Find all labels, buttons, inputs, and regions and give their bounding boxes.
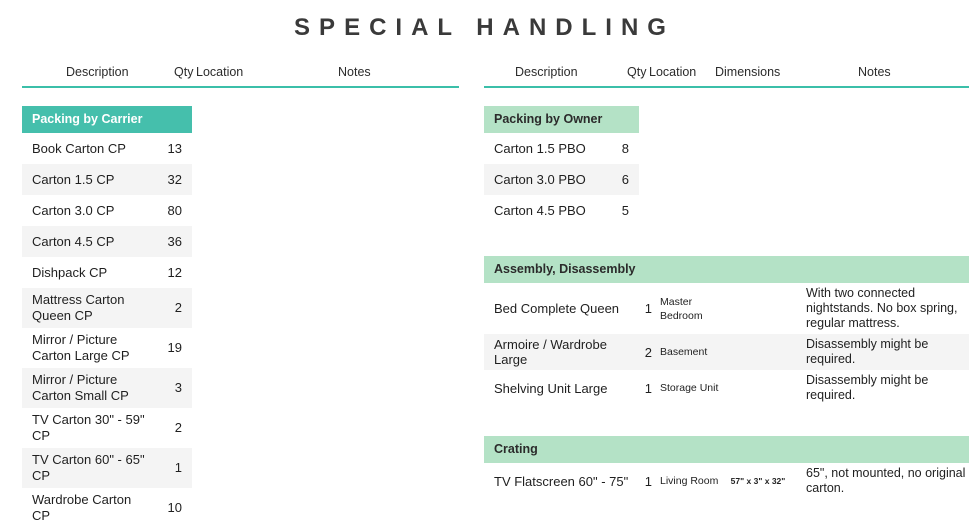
cell-description: Carton 4.5 PBO: [494, 202, 586, 218]
cell-description: Mirror / Picture Carton Large CP: [32, 332, 130, 363]
cell-location: Storage Unit: [660, 382, 719, 394]
column-header-description: Description: [515, 65, 578, 79]
cell-description: TV Carton 30" - 59" CP: [32, 412, 145, 443]
left-table: Description Qty Location Notes Packing b…: [0, 64, 469, 528]
cell-description: Mattress Carton Queen CP: [32, 292, 125, 323]
cell-description: Mirror / Picture Carton Small CP: [32, 372, 129, 403]
table-row: Carton 1.5 PBO 8: [484, 133, 639, 164]
cell-description: Carton 4.5 CP: [32, 233, 115, 249]
cell-description: Carton 1.5 CP: [32, 171, 115, 187]
tables-container: Description Qty Location Notes Packing b…: [0, 64, 969, 528]
cell-location: Basement: [660, 346, 708, 358]
group-header-crating: Crating: [484, 436, 969, 463]
table-row: Carton 3.0 CP 80: [22, 195, 192, 226]
table-row: Armoire / Wardrobe Large 2 Basement Disa…: [484, 334, 969, 370]
cell-qty: 13: [167, 140, 182, 156]
column-header-qty: Qty: [627, 65, 647, 79]
table-row: Carton 1.5 CP 32: [22, 164, 192, 195]
column-header-qty: Qty: [174, 65, 194, 79]
table-row: Dishpack CP 12: [22, 257, 192, 288]
cell-description: Shelving Unit Large: [494, 380, 608, 396]
cell-notes: With two connected nightstands. No box s…: [806, 286, 958, 330]
table-row: Carton 4.5 CP 36: [22, 226, 192, 257]
cell-qty: 3: [174, 380, 182, 395]
cell-qty: 12: [167, 264, 182, 280]
cell-qty: 80: [167, 202, 182, 218]
cell-qty: 6: [621, 171, 629, 187]
cell-location: Living Room: [660, 475, 719, 487]
column-header-location: Location: [649, 65, 697, 79]
cell-location: Master Bedroom: [660, 295, 703, 322]
cell-qty: 36: [167, 233, 182, 249]
cell-description: Carton 3.0 PBO: [494, 171, 586, 187]
cell-qty: 2: [644, 344, 652, 360]
cell-description: Carton 1.5 PBO: [494, 140, 586, 156]
cell-qty: 1: [644, 380, 652, 396]
group-header-packing-by-carrier: Packing by Carrier: [22, 106, 192, 133]
column-header-notes: Notes: [338, 65, 371, 79]
table-row: TV Carton 60" - 65" CP 1: [22, 448, 192, 488]
cell-notes: Disassembly might be required.: [806, 337, 929, 366]
table-row: Carton 3.0 PBO 6: [484, 164, 639, 195]
cell-qty: 10: [167, 500, 182, 515]
cell-qty: 8: [621, 140, 629, 156]
table-row: Mirror / Picture Carton Small CP 3: [22, 368, 192, 408]
cell-description: Book Carton CP: [32, 140, 126, 156]
table-row: Mirror / Picture Carton Large CP 19: [22, 328, 192, 368]
cell-description: Armoire / Wardrobe Large: [494, 337, 607, 367]
cell-description: Dishpack CP: [32, 264, 108, 280]
table-row: Shelving Unit Large 1 Storage Unit Disas…: [484, 370, 969, 406]
table-row: Wardrobe Carton CP 10: [22, 488, 192, 528]
cell-qty: 1: [644, 473, 652, 489]
table-row: Bed Complete Queen 1 Master Bedroom With…: [484, 283, 969, 334]
cell-qty: 32: [167, 171, 182, 187]
cell-notes: Disassembly might be required.: [806, 373, 929, 402]
cell-qty: 1: [644, 301, 652, 316]
cell-qty: 19: [167, 340, 182, 355]
table-row: Mattress Carton Queen CP 2: [22, 288, 192, 328]
column-header-location: Location: [196, 65, 244, 79]
table-row: TV Flatscreen 60" - 75" 1 Living Room 57…: [484, 463, 969, 499]
cell-description: TV Carton 60" - 65" CP: [32, 452, 145, 483]
group-header-packing-by-owner: Packing by Owner: [484, 106, 639, 133]
column-header-description: Description: [66, 65, 129, 79]
cell-description: Carton 3.0 CP: [32, 202, 115, 218]
column-header-dimensions: Dimensions: [715, 65, 781, 79]
table-row: Book Carton CP 13: [22, 133, 192, 164]
column-header-notes: Notes: [858, 65, 891, 79]
table-row: Carton 4.5 PBO 5: [484, 195, 639, 226]
table-row: TV Carton 30" - 59" CP 2: [22, 408, 192, 448]
cell-qty: 2: [174, 420, 182, 435]
left-table-header-row: Description Qty Location Notes: [22, 64, 459, 88]
cell-qty: 5: [621, 202, 629, 218]
cell-description: TV Flatscreen 60" - 75": [494, 473, 629, 489]
cell-qty: 2: [174, 300, 182, 315]
group-header-assembly-disassembly: Assembly, Disassembly: [484, 256, 969, 283]
cell-description: Wardrobe Carton CP: [32, 492, 132, 523]
cell-qty: 1: [174, 460, 182, 475]
cell-dimensions: 57" x 3" x 32": [730, 476, 786, 486]
page-title: SPECIAL HANDLING: [294, 14, 675, 41]
right-table-header-row: Description Qty Location Dimensions Note…: [484, 64, 969, 88]
right-table: Description Qty Location Dimensions Note…: [469, 64, 969, 499]
cell-description: Bed Complete Queen: [494, 301, 620, 316]
cell-notes: 65", not mounted, no original carton.: [806, 466, 966, 495]
